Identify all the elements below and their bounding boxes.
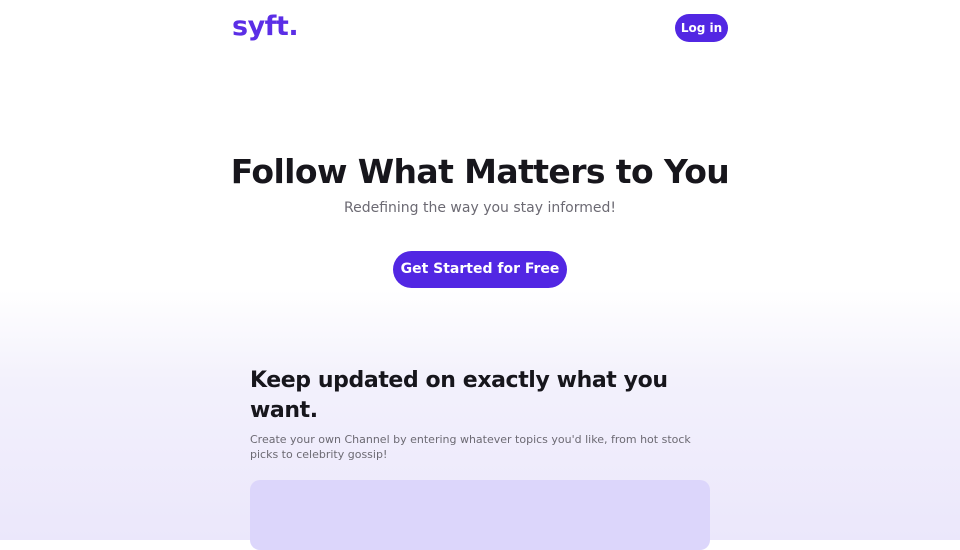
feature-section: Keep updated on exactly what you want. C… — [250, 366, 710, 462]
hero-title: Follow What Matters to You — [230, 152, 730, 191]
feature-title: Keep updated on exactly what you want. — [250, 368, 668, 423]
hero-section: Follow What Matters to You Redefining th… — [0, 148, 960, 218]
feature-description: Create your own Channel by entering what… — [250, 433, 691, 461]
login-button[interactable]: Log in — [675, 14, 728, 42]
syft-logo[interactable]: syft. — [232, 10, 299, 44]
get-started-button[interactable]: Get Started for Free — [393, 251, 567, 288]
hero-subtitle: Redefining the way you stay informed! — [344, 200, 616, 216]
site-header: syft. Log in — [0, 0, 960, 60]
